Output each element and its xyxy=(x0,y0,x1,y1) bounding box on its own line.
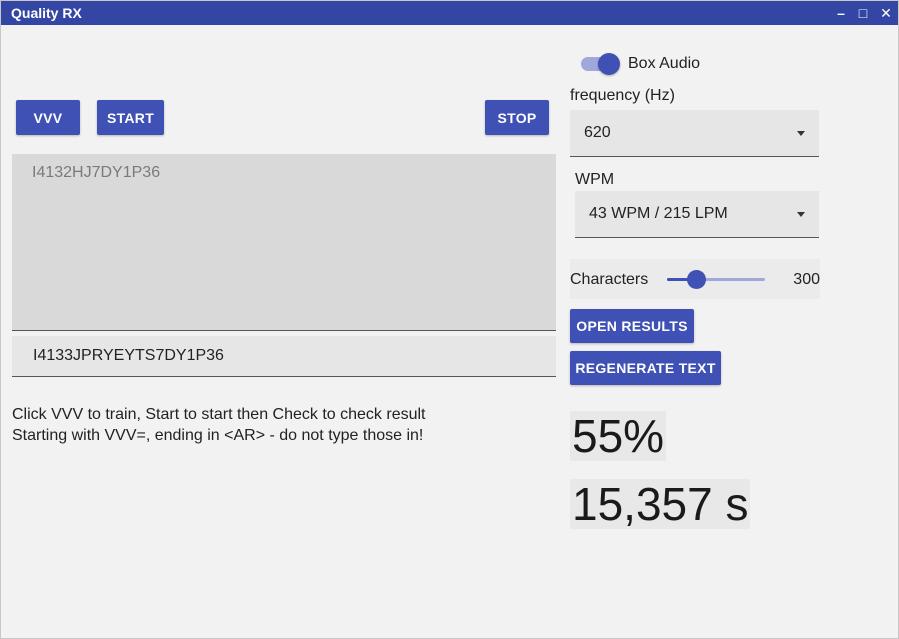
vvv-button-label: VVV xyxy=(33,109,63,126)
start-button-label: START xyxy=(106,109,155,126)
maximize-icon[interactable]: □ xyxy=(855,5,871,21)
app-window: Quality RX – □ ✕ VVV START STOP I4132HJ7… xyxy=(0,0,899,639)
regenerate-text-label: REGENERATE TEXT xyxy=(575,360,716,376)
characters-slider-row: Characters 300 xyxy=(570,259,820,299)
score-display: 55% xyxy=(570,410,667,462)
slider-thumb[interactable] xyxy=(687,270,706,289)
box-audio-toggle[interactable]: Box Audio xyxy=(570,45,820,83)
characters-value: 300 xyxy=(793,271,820,288)
wpm-select[interactable]: 43 WPM / 215 LPM xyxy=(575,191,819,238)
wpm-value: 43 WPM / 215 LPM xyxy=(589,205,728,222)
dropdown-caret-icon xyxy=(797,212,805,217)
minimize-icon[interactable]: – xyxy=(833,5,849,21)
answer-input-value: I4133JPRYEYTS7DY1P36 xyxy=(33,347,224,364)
regenerate-text-button[interactable]: REGENERATE TEXT xyxy=(570,351,721,385)
answer-input[interactable]: I4133JPRYEYTS7DY1P36 xyxy=(12,336,556,377)
vvv-button[interactable]: VVV xyxy=(16,100,80,135)
characters-slider[interactable] xyxy=(667,270,765,289)
close-icon[interactable]: ✕ xyxy=(878,5,894,21)
toggle-knob[interactable] xyxy=(598,53,620,75)
instruction-line-1: Click VVV to train, Start to start then … xyxy=(12,406,426,423)
box-audio-label: Box Audio xyxy=(628,55,701,72)
title-bar[interactable]: Quality RX – □ ✕ xyxy=(1,1,898,25)
open-results-label: OPEN RESULTS xyxy=(576,318,688,334)
sent-text-area[interactable]: I4132HJ7DY1P36 xyxy=(12,154,556,331)
characters-label: Characters xyxy=(570,271,649,288)
window-title: Quality RX xyxy=(11,5,82,21)
open-results-button[interactable]: OPEN RESULTS xyxy=(570,309,694,343)
frequency-value: 620 xyxy=(584,124,611,141)
wpm-label: WPM xyxy=(575,171,615,188)
frequency-select[interactable]: 620 xyxy=(570,110,819,157)
time-display: 15,357 s xyxy=(570,478,751,530)
frequency-label: frequency (Hz) xyxy=(570,87,675,104)
sent-text: I4132HJ7DY1P36 xyxy=(32,164,161,181)
stop-button-label: STOP xyxy=(497,109,537,126)
instruction-line-2: Starting with VVV=, ending in <AR> - do … xyxy=(12,427,424,444)
stop-button[interactable]: STOP xyxy=(485,100,549,135)
dropdown-caret-icon xyxy=(797,131,805,136)
start-button[interactable]: START xyxy=(97,100,164,135)
